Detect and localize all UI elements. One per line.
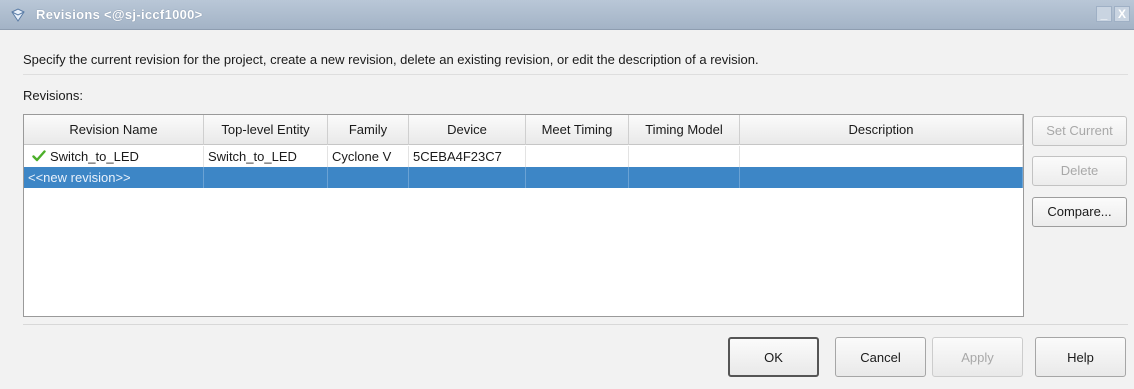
table-row[interactable]: Switch_to_LED Switch_to_LED Cyclone V 5C… xyxy=(24,146,1023,167)
column-header-device[interactable]: Device xyxy=(409,115,526,145)
revision-name-text: Switch_to_LED xyxy=(50,149,139,164)
title-bar[interactable]: Revisions <@sj-iccf1000> _ X xyxy=(0,0,1134,30)
table-cell-top-level-entity[interactable] xyxy=(204,167,328,188)
table-cell-meet-timing[interactable] xyxy=(526,146,629,167)
column-header-family[interactable]: Family xyxy=(328,115,409,145)
divider xyxy=(23,74,1128,75)
compare-button[interactable]: Compare... xyxy=(1032,197,1127,227)
window-title: Revisions <@sj-iccf1000> xyxy=(36,7,203,22)
close-button[interactable]: X xyxy=(1114,6,1130,22)
set-current-button[interactable]: Set Current xyxy=(1032,116,1127,146)
table-cell-revision-name[interactable]: Switch_to_LED xyxy=(24,146,204,167)
table-cell-meet-timing[interactable] xyxy=(526,167,629,188)
table-cell-device[interactable]: 5CEBA4F23C7 xyxy=(409,146,526,167)
column-header-top-level-entity[interactable]: Top-level Entity xyxy=(204,115,328,145)
table-cell-revision-name[interactable]: <<new revision>> xyxy=(24,167,204,188)
table-cell-timing-model[interactable] xyxy=(629,167,740,188)
revisions-label: Revisions: xyxy=(23,88,83,103)
table-cell-description[interactable] xyxy=(740,167,1023,188)
apply-button[interactable]: Apply xyxy=(932,337,1023,377)
ok-button[interactable]: OK xyxy=(728,337,819,377)
column-header-description[interactable]: Description xyxy=(740,115,1023,145)
table-cell-family[interactable]: Cyclone V xyxy=(328,146,409,167)
cancel-button[interactable]: Cancel xyxy=(835,337,926,377)
window-controls: _ X xyxy=(1096,6,1130,22)
table-row-new-revision[interactable]: <<new revision>> xyxy=(24,167,1023,188)
app-icon xyxy=(10,7,26,23)
minimize-button[interactable]: _ xyxy=(1096,6,1112,22)
table-header: Revision Name Top-level Entity Family De… xyxy=(24,115,1023,145)
help-button[interactable]: Help xyxy=(1035,337,1126,377)
instructions-text: Specify the current revision for the pro… xyxy=(23,52,759,67)
table-cell-device[interactable] xyxy=(409,167,526,188)
divider xyxy=(23,324,1128,325)
column-header-timing-model[interactable]: Timing Model xyxy=(629,115,740,145)
column-header-revision-name[interactable]: Revision Name xyxy=(24,115,204,145)
delete-button[interactable]: Delete xyxy=(1032,156,1127,186)
column-header-meet-timing[interactable]: Meet Timing xyxy=(526,115,629,145)
table-cell-description[interactable] xyxy=(740,146,1023,167)
revisions-table[interactable]: Revision Name Top-level Entity Family De… xyxy=(23,114,1024,317)
checkmark-icon xyxy=(32,148,46,162)
table-cell-timing-model[interactable] xyxy=(629,146,740,167)
table-cell-top-level-entity[interactable]: Switch_to_LED xyxy=(204,146,328,167)
table-cell-family[interactable] xyxy=(328,167,409,188)
